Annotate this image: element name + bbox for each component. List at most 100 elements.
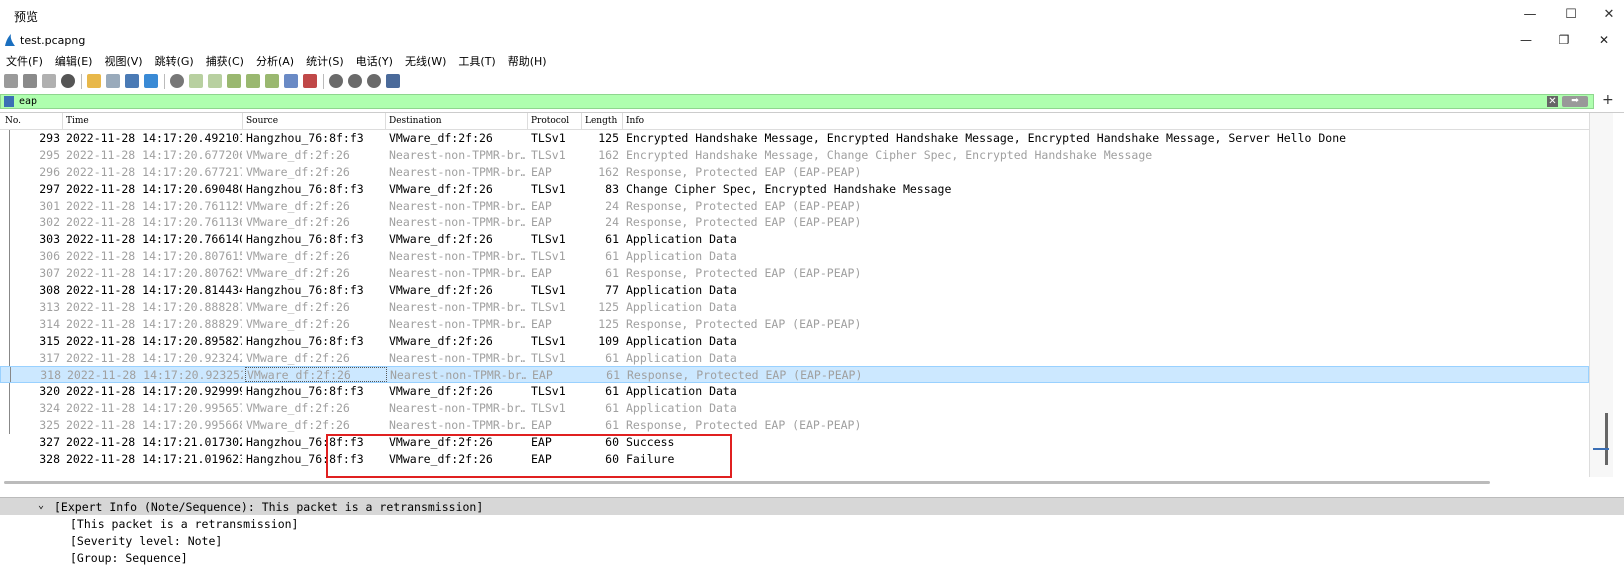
column-header-time[interactable]: Time (66, 116, 89, 126)
zoom-out-icon[interactable] (348, 74, 362, 88)
column-divider[interactable] (385, 113, 386, 129)
column-divider[interactable] (527, 113, 528, 129)
table-row[interactable]: 306 2022-11-28 14:17:20.807615 VMware_df:2… (0, 248, 1589, 266)
menu-telephony[interactable]: 电话(Y) (350, 52, 399, 69)
menu-analyze[interactable]: 分析(A) (250, 52, 300, 69)
detail-tree-item-expert-info[interactable]: ⌄ [Expert Info (Note/Sequence): This pac… (0, 498, 1624, 515)
column-divider[interactable] (581, 113, 582, 129)
menu-wireless[interactable]: 无线(W) (399, 52, 452, 69)
table-row[interactable]: 325 2022-11-28 14:17:20.995668 VMware_df:2… (0, 417, 1589, 435)
packet-details-pane: ⌄ [Expert Info (Note/Sequence): This pac… (0, 497, 1624, 565)
table-row[interactable]: 320 2022-11-28 14:17:20.929999 Hangzhou_76… (0, 383, 1589, 401)
scrollbar-thumb[interactable] (1605, 413, 1608, 465)
cell-protocol: EAP (531, 198, 552, 213)
cell-info: Encrypted Handshake Message, Encrypted H… (626, 131, 1347, 145)
start-capture-icon[interactable] (4, 74, 18, 88)
cell-length: 61 (605, 266, 619, 281)
outer-maximize-icon[interactable]: ☐ (1556, 4, 1586, 24)
display-filter-input[interactable]: eap ✕ ➡ (0, 94, 1594, 109)
packet-list-horizontal-scrollbar[interactable] (0, 477, 1589, 487)
go-back-icon[interactable] (189, 74, 203, 88)
cell-destination: VMware_df:2f:26 (389, 333, 493, 348)
table-row[interactable]: 307 2022-11-28 14:17:20.807625 VMware_df:2… (0, 265, 1589, 283)
cell-no: 328 (39, 451, 60, 466)
table-row[interactable]: 314 2022-11-28 14:17:20.888297 VMware_df:2… (0, 315, 1589, 333)
menu-capture[interactable]: 捕获(C) (200, 52, 250, 69)
table-row[interactable]: 324 2022-11-28 14:17:20.995657 VMware_df:2… (0, 400, 1589, 418)
menu-help[interactable]: 帮助(H) (502, 52, 553, 69)
table-row[interactable]: 295 2022-11-28 14:17:20.677206 VMware_df:2… (0, 146, 1589, 164)
table-row[interactable]: 302 2022-11-28 14:17:20.761136 VMware_df:2… (0, 214, 1589, 232)
autoscroll-icon[interactable] (284, 74, 298, 88)
bookmark-icon[interactable] (4, 96, 14, 107)
chevron-down-icon[interactable]: ⌄ (38, 500, 44, 511)
restart-capture-icon[interactable] (42, 74, 56, 88)
cell-length: 83 (605, 181, 619, 196)
table-row[interactable]: 297 2022-11-28 14:17:20.690480 Hangzhou_76… (0, 180, 1589, 198)
app-close-icon[interactable]: ✕ (1590, 31, 1618, 49)
zoom-normal-icon[interactable] (367, 74, 381, 88)
apply-filter-icon[interactable]: ➡ (1562, 96, 1588, 107)
cell-length: 61 (605, 418, 619, 433)
find-packet-icon[interactable] (170, 74, 184, 88)
cell-info: Application Data (626, 401, 737, 416)
go-forward-icon[interactable] (208, 74, 222, 88)
cell-length: 61 (605, 384, 619, 399)
menu-edit[interactable]: 编辑(E) (49, 52, 99, 69)
add-filter-button-icon[interactable]: + (1602, 92, 1614, 108)
column-header-info[interactable]: Info (626, 116, 644, 126)
cell-protocol: TLSv1 (531, 384, 566, 399)
table-row[interactable]: 313 2022-11-28 14:17:20.888287 VMware_df:2… (0, 298, 1589, 316)
colorize-icon[interactable] (303, 74, 317, 88)
zoom-in-icon[interactable] (329, 74, 343, 88)
packet-list-header: No. Time Source Destination Protocol Len… (0, 113, 1589, 130)
column-header-length[interactable]: Length (585, 116, 617, 126)
column-divider[interactable] (62, 113, 63, 129)
column-divider[interactable] (622, 113, 623, 129)
column-divider[interactable] (242, 113, 243, 129)
focused-cell-outline (245, 367, 387, 383)
resize-columns-icon[interactable] (386, 74, 400, 88)
menu-view[interactable]: 视图(V) (98, 52, 148, 69)
menu-go[interactable]: 跳转(G) (149, 52, 200, 69)
clear-filter-icon[interactable]: ✕ (1547, 96, 1558, 107)
table-row[interactable]: 293 2022-11-28 14:17:20.492101 Hangzhou_76… (0, 130, 1589, 147)
outer-minimize-icon[interactable]: — (1515, 4, 1545, 24)
reload-file-icon[interactable] (144, 74, 158, 88)
outer-close-icon[interactable]: ✕ (1594, 4, 1624, 24)
column-header-no[interactable]: No. (5, 116, 21, 126)
go-last-icon[interactable] (265, 74, 279, 88)
cell-no: 303 (39, 232, 60, 247)
go-to-packet-icon[interactable] (227, 74, 241, 88)
column-header-source[interactable]: Source (246, 116, 278, 126)
cell-time: 2022-11-28 14:17:20.807615 (66, 249, 242, 264)
app-restore-icon[interactable]: ❐ (1550, 31, 1578, 49)
cell-time: 2022-11-28 14:17:20.995668 (66, 418, 242, 433)
stop-capture-icon[interactable] (23, 74, 37, 88)
capture-options-icon[interactable] (61, 74, 75, 88)
column-header-protocol[interactable]: Protocol (531, 116, 569, 126)
menu-statistics[interactable]: 统计(S) (300, 52, 350, 69)
table-row[interactable]: 303 2022-11-28 14:17:20.766140 Hangzhou_76… (0, 231, 1589, 249)
table-row[interactable]: 327 2022-11-28 14:17:21.017302 Hangzhou_76… (0, 434, 1589, 451)
save-file-icon[interactable] (106, 74, 120, 88)
table-row[interactable]: 318 2022-11-28 14:17:20.923252 VMware_df:2… (0, 366, 1589, 384)
table-row[interactable]: 315 2022-11-28 14:17:20.895827 Hangzhou_76… (0, 332, 1589, 350)
table-row[interactable]: 317 2022-11-28 14:17:20.923242 VMware_df:2… (0, 349, 1589, 367)
table-row[interactable]: 296 2022-11-28 14:17:20.677217 VMware_df:2… (0, 163, 1589, 181)
go-first-icon[interactable] (246, 74, 260, 88)
menu-tools[interactable]: 工具(T) (452, 52, 501, 69)
cell-protocol: TLSv1 (531, 350, 566, 365)
scrollbar-thumb[interactable] (4, 481, 1490, 484)
column-header-destination[interactable]: Destination (389, 116, 442, 126)
packet-list-vertical-scrollbar[interactable] (1589, 113, 1613, 477)
menu-file[interactable]: 文件(F) (0, 52, 49, 69)
detail-item-label: [Severity level: Note] (70, 534, 223, 548)
table-row[interactable]: 308 2022-11-28 14:17:20.814434 Hangzhou_76… (0, 282, 1589, 299)
table-row[interactable]: 328 2022-11-28 14:17:21.019623 Hangzhou_76… (0, 451, 1589, 468)
cell-destination: VMware_df:2f:26 (389, 181, 493, 196)
app-minimize-icon[interactable]: — (1512, 31, 1540, 49)
open-file-icon[interactable] (87, 74, 101, 88)
table-row[interactable]: 301 2022-11-28 14:17:20.761125 VMware_df:2… (0, 197, 1589, 215)
close-file-icon[interactable] (125, 74, 139, 88)
